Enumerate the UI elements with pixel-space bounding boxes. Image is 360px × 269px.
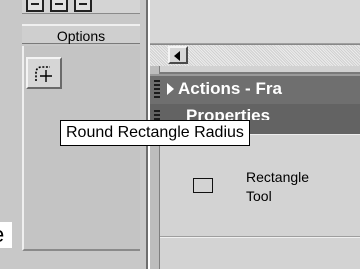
stage-canvas[interactable] <box>150 0 360 44</box>
tool-name-label: Rectangle Tool <box>246 169 310 204</box>
scroll-left-button[interactable] <box>168 46 188 64</box>
tool-button[interactable] <box>50 0 68 12</box>
tool-button[interactable] <box>26 0 44 12</box>
partial-label: e <box>0 222 12 248</box>
rectangle-icon <box>193 178 213 193</box>
round-rectangle-radius-button[interactable] <box>26 57 62 89</box>
expand-arrow-icon[interactable] <box>167 83 174 95</box>
tool-button[interactable] <box>74 0 92 12</box>
properties-panel-title: Properties <box>186 106 271 120</box>
actions-panel-title: Actions - Fra <box>178 79 282 98</box>
tool-icon <box>31 3 39 11</box>
tooltip: Round Rectangle Radius <box>60 120 250 146</box>
panel-grip-icon[interactable] <box>154 80 160 100</box>
round-rectangle-radius-icon <box>35 66 52 82</box>
tool-row <box>22 0 140 14</box>
options-header: Options <box>22 24 140 44</box>
divider <box>160 236 360 238</box>
tool-icon <box>55 3 63 11</box>
tool-icon <box>79 3 87 11</box>
